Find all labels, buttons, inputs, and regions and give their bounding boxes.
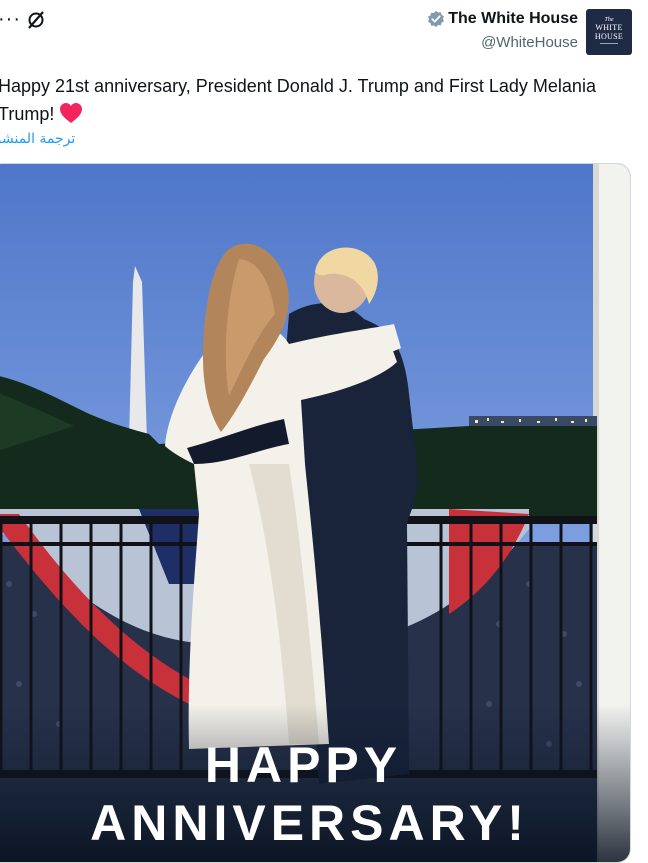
translate-post-link[interactable]: ترجمة المنشور [0,131,75,147]
tweet-text: Happy 21st anniversary, President Donald… [0,72,638,128]
avatar-logo-text: HOUSE [594,32,624,41]
post-header: ··· The White House @WhiteHouse The WHIT… [0,0,648,62]
red-heart-emoji-icon [60,103,83,123]
overlay-headline-line2: ANNIVERSARY! [90,795,529,851]
avatar[interactable]: The WHITE HOUSE [586,9,632,55]
grok-icon[interactable] [26,10,46,30]
avatar-logo-text: WHITE [595,23,623,32]
verified-badge-icon [428,10,445,28]
author-block[interactable]: The White House @WhiteHouse [427,10,578,51]
overlay-headline-line1: HAPPY [204,737,403,793]
display-name[interactable]: The White House [448,10,578,28]
tweet-body: Happy 21st anniversary, President Donald… [0,76,596,124]
post-image[interactable]: HAPPY ANNIVERSARY! [0,163,631,863]
more-options-button[interactable]: ··· [0,8,21,31]
user-handle[interactable]: @WhiteHouse [427,34,578,51]
